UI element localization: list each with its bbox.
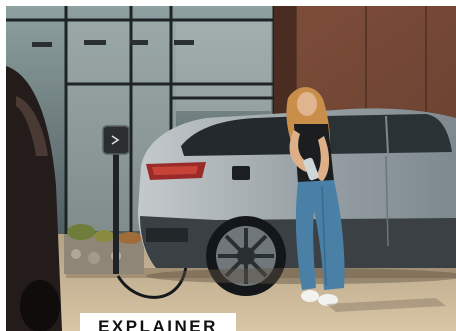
explainer-badge: EXPLAINER	[80, 313, 236, 331]
photo-frame: EXPLAINER	[6, 6, 456, 331]
ev-charging-photo	[6, 6, 456, 331]
explainer-label: EXPLAINER	[98, 317, 218, 331]
